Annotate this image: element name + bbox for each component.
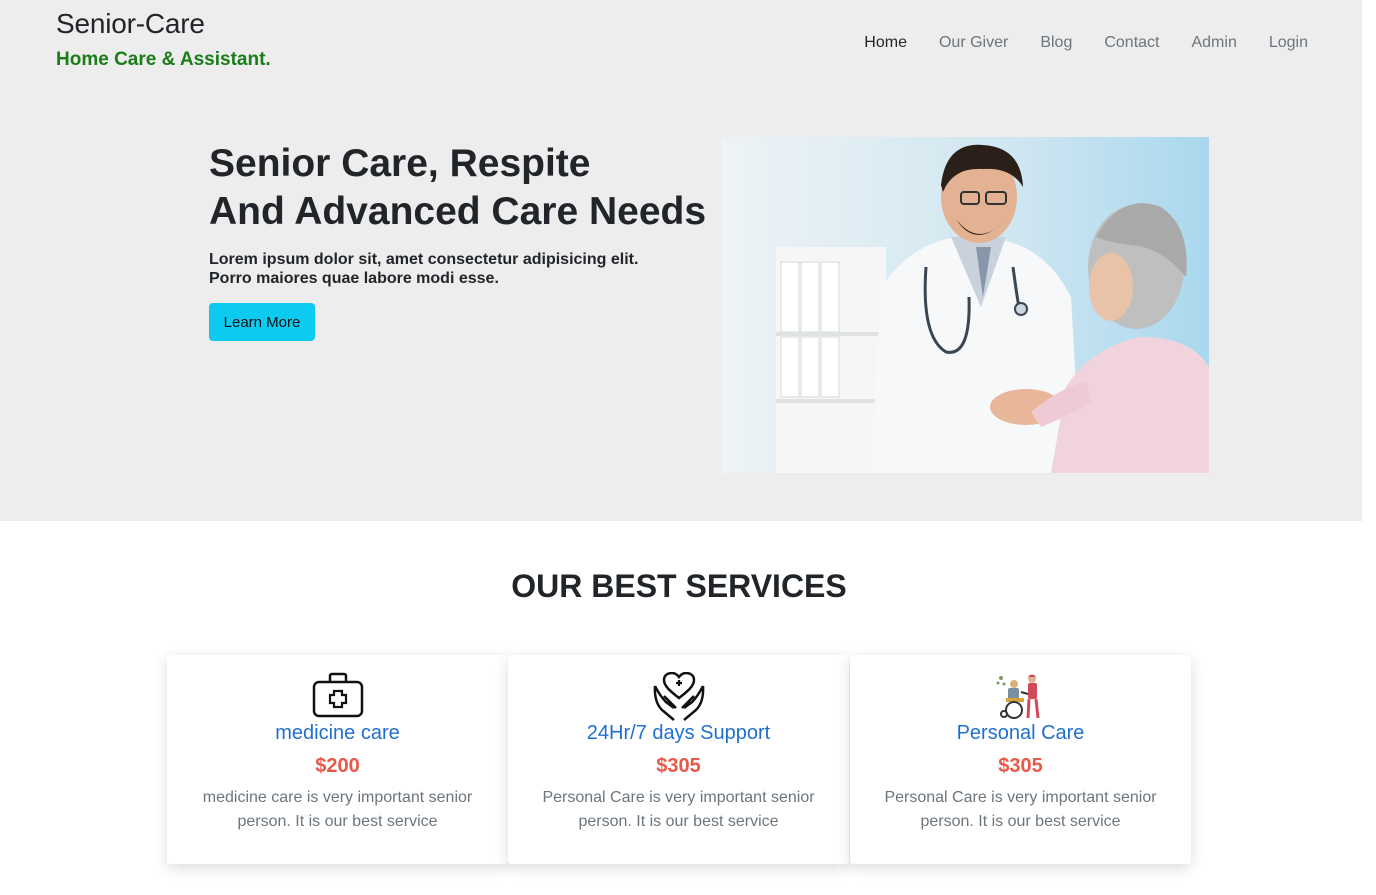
service-description: medicine care is very important senior p… — [202, 789, 473, 830]
nav-login[interactable]: Login — [1269, 34, 1308, 52]
main-nav: Home Our Giver Blog Contact Admin Login — [864, 34, 1308, 52]
hero-title-line-1: Senior Care, Respite — [209, 142, 591, 185]
service-price: $305 — [656, 755, 701, 777]
first-aid-kit-icon — [167, 672, 508, 720]
service-price: $305 — [998, 755, 1043, 777]
hero-title-line-2: And Advanced Care Needs — [209, 190, 707, 233]
brand-title[interactable]: Senior-Care — [56, 8, 205, 40]
service-name: medicine care — [275, 722, 400, 744]
service-price: $200 — [315, 755, 360, 777]
hero-text: Lorem ipsum dolor sit, amet consectetur … — [209, 251, 639, 287]
service-card-support[interactable]: 24Hr/7 days Support $305 Personal Care i… — [508, 655, 849, 864]
nav-home[interactable]: Home — [864, 34, 907, 52]
wheelchair-caregiver-icon — [850, 672, 1191, 720]
nav-admin[interactable]: Admin — [1191, 34, 1236, 52]
service-card-medicine-care[interactable]: medicine care $200 medicine care is very… — [167, 655, 508, 864]
learn-more-button[interactable]: Learn More — [209, 303, 315, 341]
nav-contact[interactable]: Contact — [1104, 34, 1159, 52]
hero-image — [721, 137, 1209, 473]
hands-heart-icon — [508, 672, 849, 721]
service-description: Personal Care is very important senior p… — [884, 789, 1157, 830]
service-name: Personal Care — [956, 722, 1085, 744]
nav-our-giver[interactable]: Our Giver — [939, 34, 1008, 52]
hero-title: Senior Care, Respite And Advanced Care N… — [209, 140, 729, 236]
brand-tagline: Home Care & Assistant. — [56, 49, 271, 70]
services-title: OUR BEST SERVICES — [511, 568, 847, 604]
nav-blog[interactable]: Blog — [1040, 34, 1072, 52]
service-name: 24Hr/7 days Support — [586, 722, 771, 744]
service-description: Personal Care is very important senior p… — [542, 789, 815, 830]
service-card-personal-care[interactable]: Personal Care $305 Personal Care is very… — [850, 655, 1191, 864]
